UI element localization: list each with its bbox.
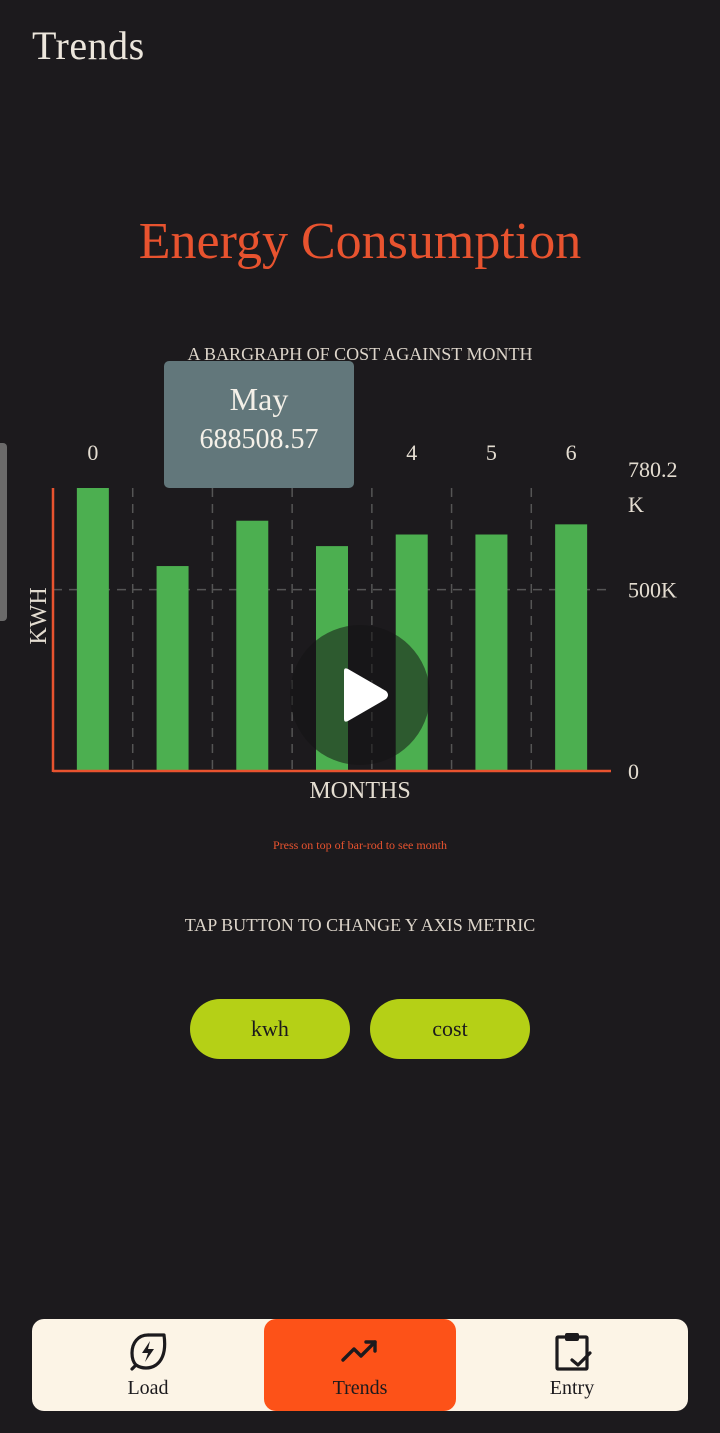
bar[interactable] [156,566,189,771]
x-tick-label: 5 [486,440,497,465]
y-tick-label: 0 [628,759,639,784]
kwh-button[interactable]: kwh [190,999,350,1059]
bar[interactable] [475,534,508,771]
x-tick-label: 0 [87,440,98,465]
cost-button[interactable]: cost [370,999,530,1059]
x-tick-label: 6 [566,440,577,465]
nav-label-entry: Entry [549,1377,595,1399]
x-tick-label: 4 [406,440,417,465]
bolt-leaf-icon [130,1333,167,1371]
page-title: Trends [32,23,145,68]
nav-item-entry[interactable]: Entry [456,1319,688,1411]
clipboard-check-icon [555,1333,592,1371]
y-axis-label: KWH [26,587,52,644]
chart-title: Energy Consumption [138,213,582,270]
y-tick-label-unit: K [628,492,644,517]
bar[interactable] [76,488,109,771]
trending-up-icon [341,1340,377,1362]
bottom-navigation: Load Trends Entry [32,1319,688,1411]
tooltip-value: 688508.57 [199,424,319,455]
x-axis-label: MONTHS [309,778,410,804]
bar-tooltip: May 688508.57 [164,361,354,488]
nav-item-trends[interactable]: Trends [264,1319,456,1411]
bar[interactable] [236,520,269,771]
metric-instruction: TAP BUTTON TO CHANGE Y AXIS METRIC [184,915,536,935]
bar[interactable] [555,524,588,771]
y-tick-label: 500K [628,578,677,603]
chart-subtitle: A BARGRAPH OF COST AGAINST MONTH [187,344,533,364]
play-button[interactable] [290,625,430,765]
chart-hint: Press on top of bar-rod to see month [272,838,448,852]
tooltip-month: May [229,381,289,417]
nav-label-trends: Trends [332,1377,388,1399]
nav-item-load[interactable]: Load [32,1319,264,1411]
nav-label-load: Load [127,1377,169,1399]
y-tick-label: 780.2 [628,457,678,482]
play-icon [344,668,388,722]
